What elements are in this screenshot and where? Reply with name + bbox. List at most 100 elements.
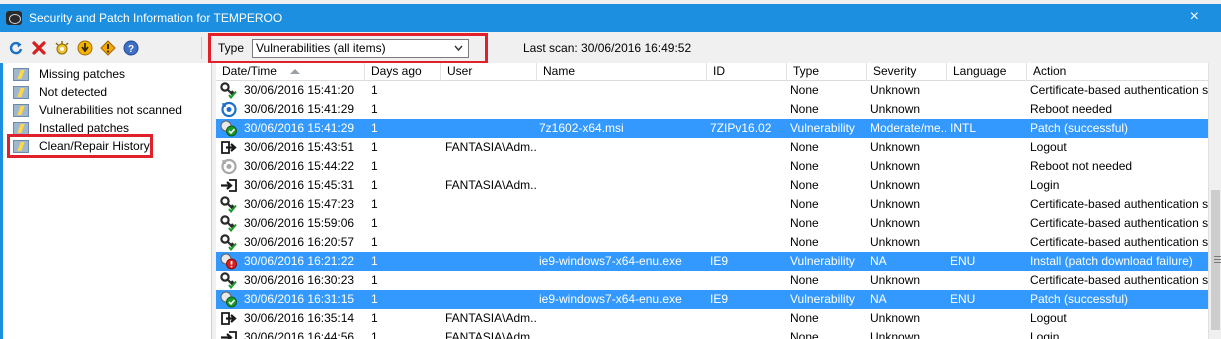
cell-id	[710, 157, 786, 176]
column-header-language[interactable]: Language	[947, 63, 1027, 81]
cell-id	[710, 214, 786, 233]
refresh-icon[interactable]	[8, 40, 24, 56]
key-check-icon	[220, 234, 238, 252]
cell-severity: Unknown	[870, 178, 921, 192]
cell-action: Certificate-based authentication succe	[1030, 235, 1208, 249]
cell-severity: Unknown	[870, 197, 921, 211]
cell-action: Patch (successful)	[1030, 292, 1129, 306]
scrollbar-thumb[interactable]	[1211, 190, 1221, 330]
cell-action: Patch (successful)	[1030, 121, 1129, 135]
table-row[interactable]: 30/06/2016 15:41:29 1 7z1602-x64.msi 7ZIPv1…	[216, 119, 1208, 138]
type-dropdown-value: Vulnerabilities (all items)	[256, 41, 386, 55]
close-icon[interactable]: ×	[1190, 9, 1199, 25]
cell-datetime: 30/06/2016 16:20:57	[244, 235, 355, 249]
cell-datetime: 30/06/2016 15:43:51	[244, 140, 355, 154]
column-header-type[interactable]: Type	[787, 63, 867, 81]
patch-failure-icon	[220, 253, 238, 270]
scan-icon[interactable]	[54, 40, 70, 56]
column-header-days-ago[interactable]: Days ago	[365, 63, 441, 81]
cell-type: None	[790, 273, 819, 287]
table-row[interactable]: 30/06/2016 15:45:31 1 FANTASIA\Adm... None U…	[216, 176, 1208, 195]
cell-days-ago: 1	[371, 311, 378, 325]
warning-icon[interactable]	[100, 40, 116, 56]
cell-days-ago: 1	[371, 140, 378, 154]
cell-type: None	[790, 235, 819, 249]
download-icon[interactable]	[77, 40, 93, 56]
cell-name	[539, 195, 705, 214]
cell-name	[539, 138, 705, 157]
table-row[interactable]: 30/06/2016 15:41:20 1 None Unknown Certifica…	[216, 81, 1208, 100]
cell-user	[445, 290, 537, 309]
table-row[interactable]: 30/06/2016 16:35:14 1 FANTASIA\Adm... None U…	[216, 309, 1208, 328]
scrollbar-grip	[1214, 256, 1221, 257]
delete-icon[interactable]	[31, 40, 47, 56]
table-row[interactable]: 30/06/2016 15:59:06 1 None Unknown Certifica…	[216, 214, 1208, 233]
patch-folder-icon	[13, 103, 29, 117]
column-header-datetime[interactable]: Date/Time	[216, 63, 365, 81]
cell-days-ago: 1	[371, 254, 378, 268]
column-header-action[interactable]: Action	[1027, 63, 1208, 81]
cell-type: None	[790, 330, 819, 339]
table-row[interactable]: 30/06/2016 15:43:51 1 FANTASIA\Adm... None U…	[216, 138, 1208, 157]
tree-item-not-detected[interactable]: Not detected	[13, 84, 107, 100]
tree-item-vulnerabilities-not-scanned[interactable]: Vulnerabilities not scanned	[13, 102, 182, 118]
cell-name: ie9-windows7-x64-enu.exe	[539, 292, 682, 306]
cell-days-ago: 1	[371, 121, 378, 135]
cell-days-ago: 1	[371, 178, 378, 192]
table-row[interactable]: 30/06/2016 16:30:23 1 None Unknown Certifica…	[216, 271, 1208, 290]
cell-language: INTL	[950, 121, 977, 135]
table-row[interactable]: 30/06/2016 16:21:22 1 ie9-windows7-x64-enu…	[216, 252, 1208, 271]
grid-rows: 30/06/2016 15:41:20 1 None Unknown Certifica…	[216, 81, 1208, 339]
last-scan-label: Last scan:	[523, 41, 578, 55]
column-header-user[interactable]: User	[441, 63, 537, 81]
cell-language	[950, 138, 1026, 157]
table-row[interactable]: 30/06/2016 16:20:57 1 None Unknown Certifica…	[216, 233, 1208, 252]
cell-datetime: 30/06/2016 15:47:23	[244, 197, 355, 211]
cell-days-ago: 1	[371, 83, 378, 97]
cell-language	[950, 271, 1026, 290]
logout-icon	[220, 310, 238, 327]
cell-language	[950, 81, 1026, 100]
column-header-id[interactable]: ID	[707, 63, 787, 81]
patch-folder-icon	[13, 121, 29, 135]
tree-item-label: Missing patches	[39, 67, 126, 81]
key-check-icon	[220, 82, 238, 100]
key-check-icon	[220, 215, 238, 233]
cell-severity: Unknown	[870, 140, 921, 154]
tree-item-missing-patches[interactable]: Missing patches	[13, 66, 125, 82]
tree-item-label: Vulnerabilities not scanned	[39, 103, 182, 117]
patch-folder-icon	[13, 67, 29, 81]
cell-action: Certificate-based authentication succe	[1030, 197, 1208, 211]
reboot-grey-icon	[220, 158, 238, 175]
cell-id: IE9	[710, 254, 729, 268]
cell-days-ago: 1	[371, 330, 378, 339]
cell-name	[539, 157, 705, 176]
type-dropdown[interactable]: Vulnerabilities (all items)	[252, 39, 469, 58]
table-row[interactable]: 30/06/2016 16:44:56 1 FANTASIA\Adm... None U…	[216, 328, 1208, 339]
cell-language: ENU	[950, 292, 976, 306]
column-header-severity[interactable]: Severity	[867, 63, 947, 81]
cell-action: Login	[1030, 330, 1060, 339]
cell-user: FANTASIA\Adm...	[445, 178, 537, 192]
help-icon[interactable]: ?	[123, 40, 139, 56]
cell-type: None	[790, 216, 819, 230]
table-row[interactable]: 30/06/2016 15:44:22 1 None Unknown Reboot no…	[216, 157, 1208, 176]
cell-datetime: 30/06/2016 15:44:22	[244, 159, 355, 173]
table-row[interactable]: 30/06/2016 16:31:15 1 ie9-windows7-x64-enu…	[216, 290, 1208, 309]
table-row[interactable]: 30/06/2016 15:47:23 1 None Unknown Certifica…	[216, 195, 1208, 214]
cell-user	[445, 119, 537, 138]
cell-name	[539, 100, 705, 119]
cell-action: Login	[1030, 178, 1060, 192]
cell-id	[710, 309, 786, 328]
svg-text:?: ?	[128, 44, 134, 55]
category-tree: Missing patches Not detected Vulnerabili…	[3, 63, 212, 339]
vertical-scrollbar[interactable]	[1208, 63, 1221, 339]
table-row[interactable]: 30/06/2016 15:41:29 1 None Unknown Reboot ne…	[216, 100, 1208, 119]
cell-language	[950, 176, 1026, 195]
cell-user	[445, 233, 537, 252]
cell-days-ago: 1	[371, 235, 378, 249]
column-header-name[interactable]: Name	[537, 63, 707, 81]
cell-user	[445, 271, 537, 290]
cell-type: None	[790, 311, 819, 325]
cell-severity: Unknown	[870, 216, 921, 230]
